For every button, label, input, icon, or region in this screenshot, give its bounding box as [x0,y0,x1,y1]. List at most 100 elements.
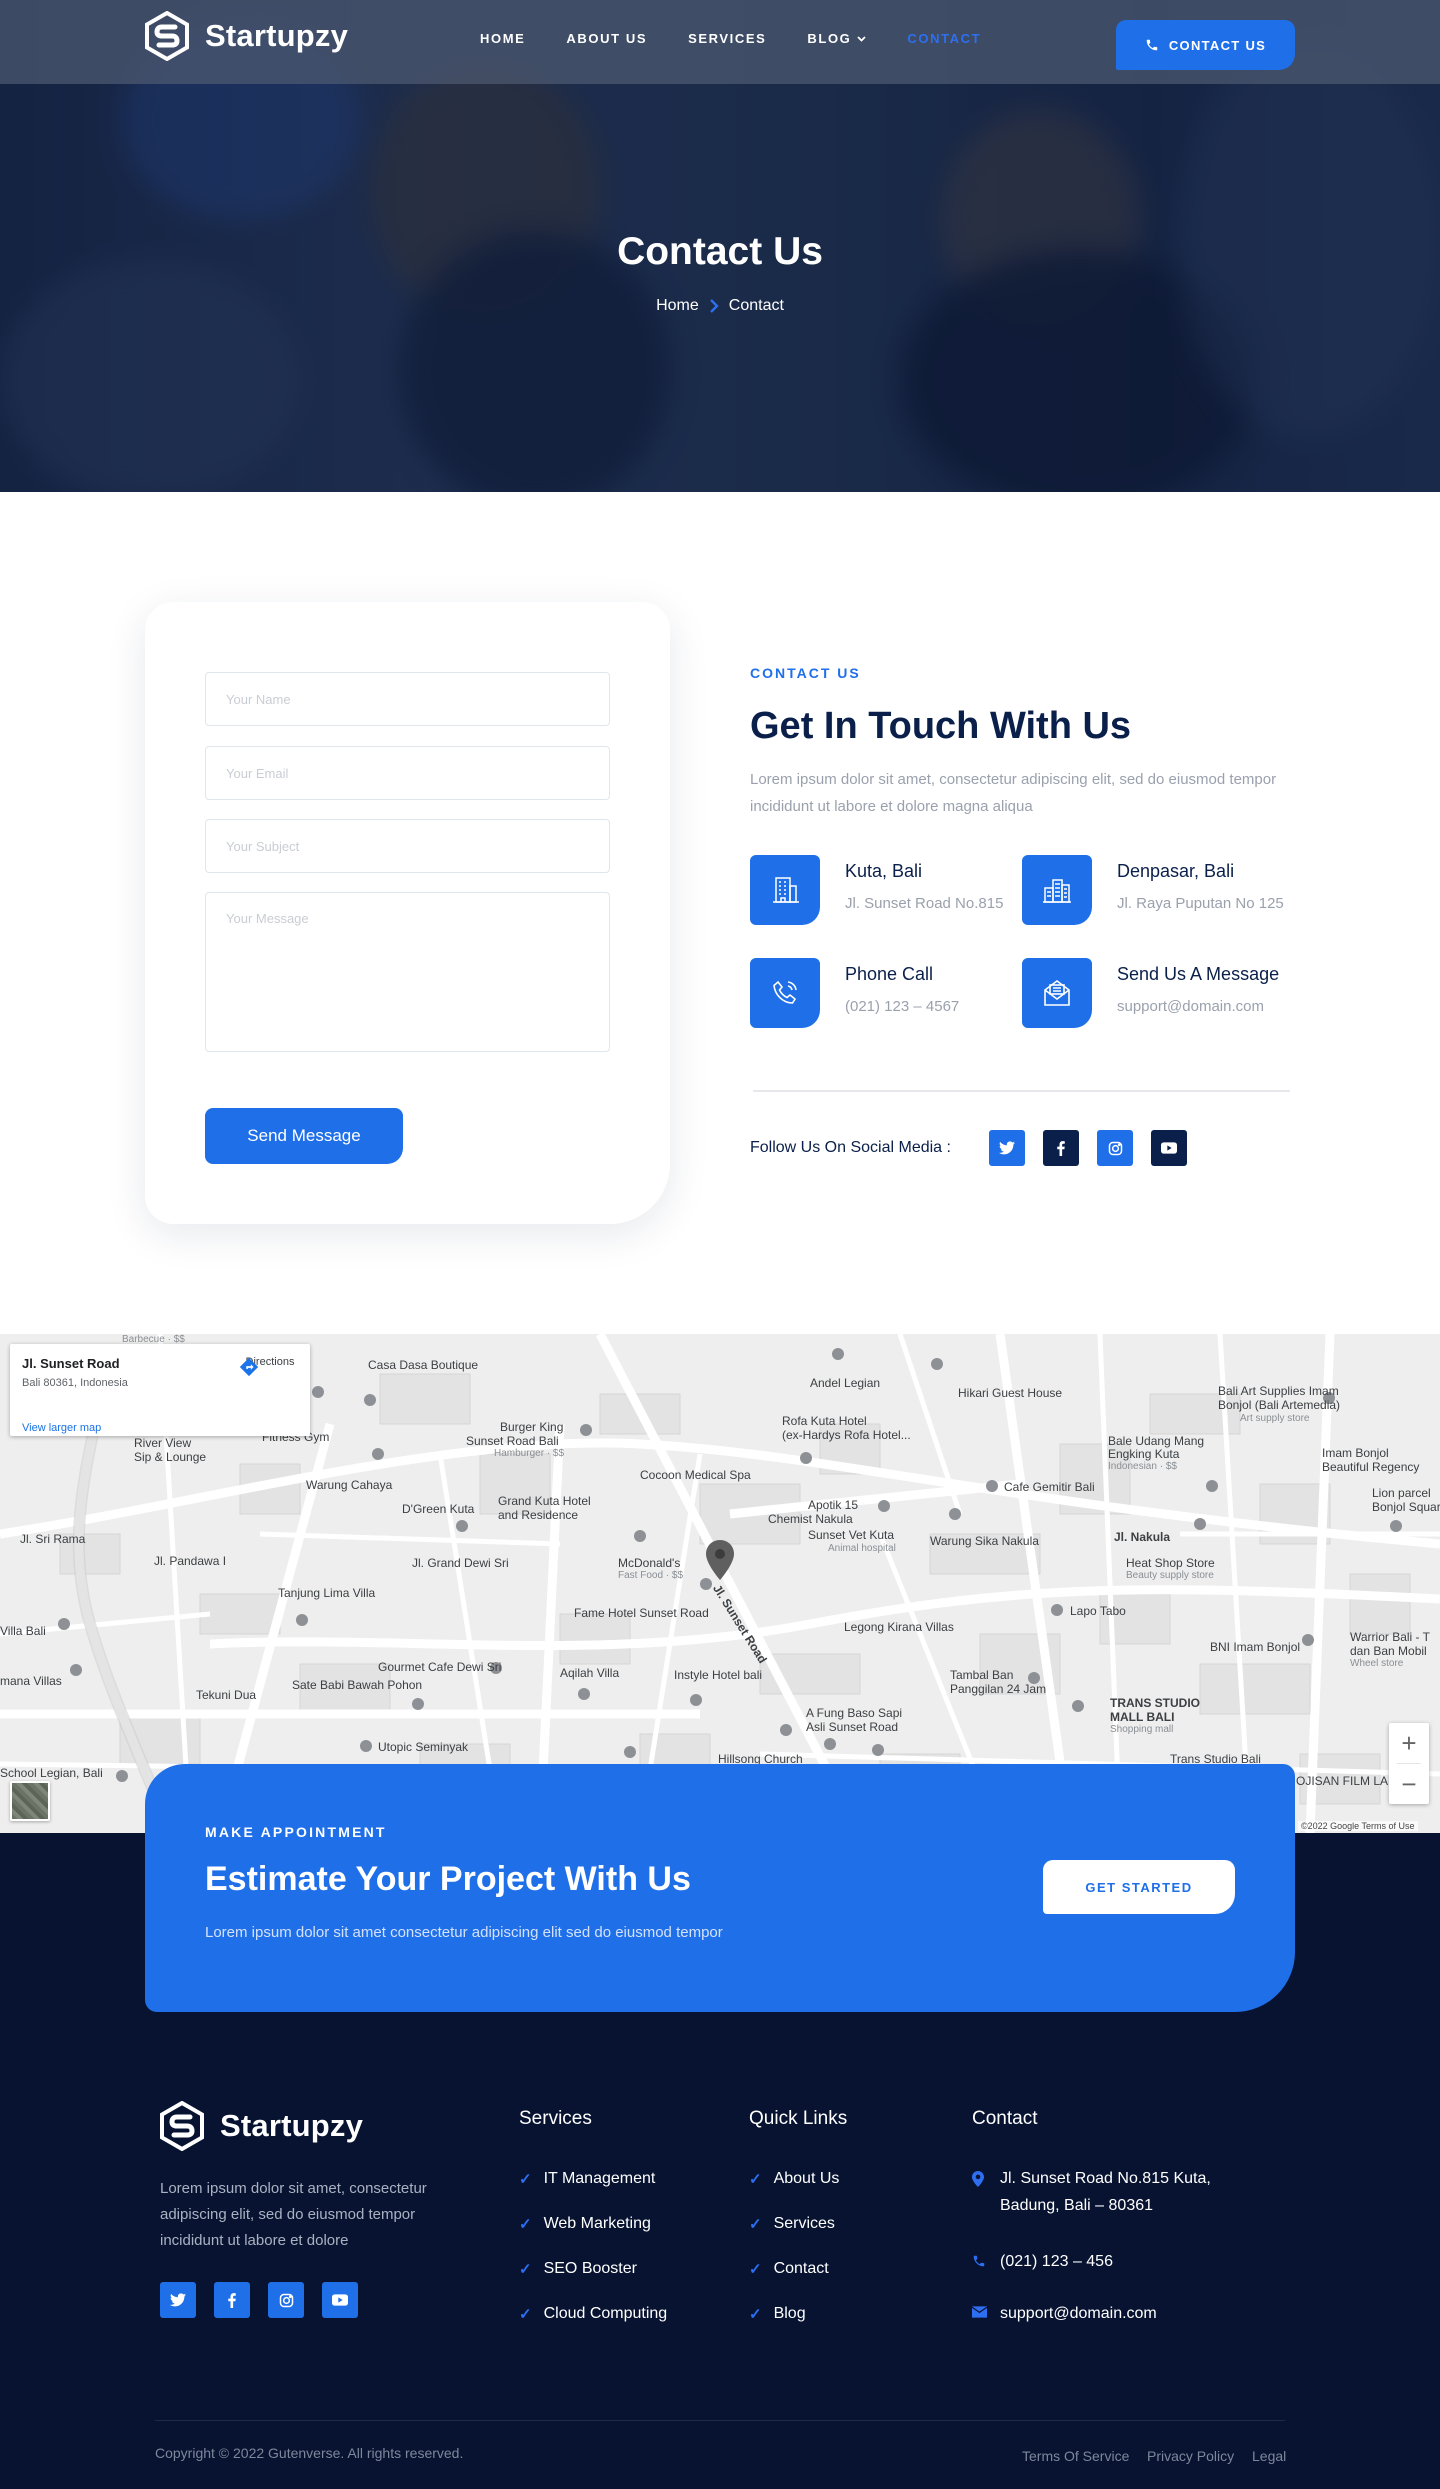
instagram-icon [1108,1141,1122,1155]
satellite-toggle[interactable] [10,1781,50,1821]
map-label: MALL BALI [1110,1710,1175,1724]
footer-service-link[interactable]: ✓ Cloud Computing [519,2305,667,2323]
map-label: Sunset Road Bali [466,1434,559,1448]
get-started-button[interactable]: GET STARTED [1043,1860,1235,1914]
send-message-button[interactable]: Send Message [205,1108,403,1164]
footer-logo[interactable]: Startupzy [160,2101,363,2151]
footer-phone[interactable]: (021) 123 – 456 [972,2248,1113,2275]
twitter-link[interactable] [989,1130,1025,1166]
map-label: Fast Food · $$ [618,1570,684,1581]
terms-of-service-link[interactable]: Terms Of Service [1022,2448,1129,2464]
map-label: Villa Bali [0,1624,46,1638]
subject-field[interactable] [205,819,610,873]
map-label: Beautiful Regency [1322,1460,1420,1474]
privacy-policy-link[interactable]: Privacy Policy [1147,2448,1234,2464]
footer-phone-text: (021) 123 – 456 [1000,2253,1113,2270]
nav-home[interactable]: HOME [480,31,525,46]
logo-wordmark: Startupzy [220,2108,364,2143]
zoom-in-button[interactable]: + [1389,1723,1429,1763]
info-title: Kuta, Bali [845,861,923,881]
map-label: Andel Legian [810,1376,881,1390]
name-field[interactable] [205,672,610,726]
check-icon: ✓ [749,2306,762,2323]
nav-contact[interactable]: CONTACT [907,31,981,46]
map-label: McDonald's [618,1556,681,1570]
logo-mark-icon [160,2101,204,2151]
map-label: Hamburger · $$ [494,1448,565,1459]
section-title: Get In Touch With Us [750,705,1132,747]
breadcrumb-home[interactable]: Home [656,297,699,315]
footer-facebook-link[interactable] [214,2282,250,2318]
footer-service-link[interactable]: ✓ SEO Booster [519,2260,637,2278]
footer-email[interactable]: support@domain.com [972,2300,1157,2327]
map-attribution: ©2022 Google Terms of Use [1298,1821,1418,1831]
footer-service-link[interactable]: ✓ Web Marketing [519,2215,651,2233]
map-label: Beauty supply store [1126,1570,1214,1581]
info-phone: Phone Call (021) 123 – 4567 [750,958,1010,1030]
map-label: Burger King [500,1420,564,1434]
plus-icon: + [1401,1727,1417,1758]
youtube-icon [332,2294,348,2306]
message-field[interactable] [205,892,610,1052]
map-label: D'Green Kuta [402,1502,475,1516]
map-label: mana Villas [0,1674,62,1688]
facebook-link[interactable] [1043,1130,1079,1166]
page-title: Contact Us [617,230,823,273]
contact-us-button[interactable]: CONTACT US [1116,20,1295,70]
map-label: Bonjol Square [1372,1500,1440,1514]
info-icon-box [1022,855,1092,925]
check-icon: ✓ [749,2261,762,2278]
info-subtitle: (021) 123 – 4567 [845,998,960,1015]
map-label: Fame Hotel Sunset Road [574,1606,709,1620]
section-eyebrow: CONTACT US [750,665,861,681]
footer-twitter-link[interactable] [160,2282,196,2318]
main-nav: HOME ABOUT US SERVICES BLOG CONTACT [480,31,981,46]
map-label: Casa Dasa Boutique [368,1358,479,1372]
map-label: Lion parcel [1372,1486,1431,1500]
footer-description: Lorem ipsum dolor sit amet, consectetur … [160,2180,427,2249]
zoom-out-button[interactable]: − [1389,1764,1429,1804]
footer-email-text: support@domain.com [1000,2305,1157,2322]
footer-quicklinks-heading: Quick Links [749,2108,848,2129]
map-label: Jl. Sri Rama [20,1532,86,1546]
legal-link[interactable]: Legal [1252,2448,1286,2464]
map-place-title: Jl. Sunset Road [22,1356,120,1371]
location-map[interactable]: Casa Dasa Boutique Andel Legian Hikari G… [0,1334,1440,1833]
map-label: Shopping mall [1110,1724,1174,1735]
view-larger-map-link[interactable]: View larger map [22,1422,101,1434]
footer-quick-link-label: Contact [773,2260,829,2277]
footer-contact-heading: Contact [972,2108,1038,2129]
map-label: Bali Art Supplies Imam [1218,1384,1339,1398]
info-subtitle: Jl. Raya Puputan No 125 [1117,895,1284,912]
map-label: (ex-Hardys Rofa Hotel... [782,1428,911,1442]
email-field[interactable] [205,746,610,800]
footer-quick-link[interactable]: ✓ Contact [749,2260,829,2278]
nav-blog[interactable]: BLOG [807,31,867,46]
map-label: Indonesian · $$ [1108,1461,1177,1472]
footer-service-label: Cloud Computing [543,2305,668,2322]
footer-service-label: SEO Booster [543,2260,637,2277]
directions-button[interactable]: Directions [238,1356,302,1377]
footer-youtube-link[interactable] [322,2282,358,2318]
cta-title: Estimate Your Project With Us [205,1860,691,1898]
map-label: Warrior Bali - T [1350,1630,1431,1644]
footer-address: Jl. Sunset Road No.815 Kuta, Badung, Bal… [972,2165,1232,2219]
map-label: Sate Babi Bawah Pohon [292,1678,423,1692]
footer-service-label: IT Management [543,2170,656,2187]
footer-instagram-link[interactable] [268,2282,304,2318]
instagram-link[interactable] [1097,1130,1133,1166]
footer-quick-link[interactable]: ✓ Services [749,2215,835,2233]
copyright-text: Copyright © 2022 Gutenverse. All rights … [155,2445,464,2461]
footer-service-link[interactable]: ✓ IT Management [519,2170,655,2188]
footer-quick-link[interactable]: ✓ About Us [749,2170,839,2188]
envelope-icon [1044,980,1070,1006]
nav-about-us[interactable]: ABOUT US [566,31,647,46]
nav-services[interactable]: SERVICES [688,31,766,46]
map-label: Asli Sunset Road [806,1720,899,1734]
map-label: Cocoon Medical Spa [640,1468,751,1482]
footer-quick-link[interactable]: ✓ Blog [749,2305,806,2323]
youtube-link[interactable] [1151,1130,1187,1166]
site-logo[interactable]: Startupzy [145,11,348,61]
info-subtitle: support@domain.com [1117,998,1264,1015]
breadcrumb-current: Contact [728,297,784,314]
